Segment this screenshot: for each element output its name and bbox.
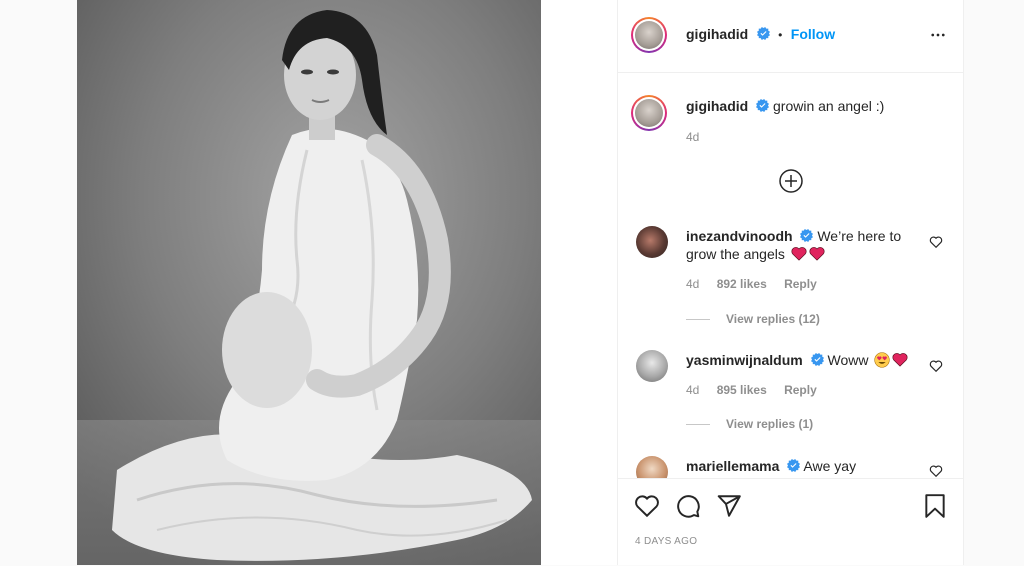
red-heart-emoji-icon	[892, 353, 908, 367]
verified-badge-icon	[800, 229, 814, 242]
comment-like-icon[interactable]	[929, 235, 943, 249]
follow-button[interactable]: Follow	[791, 26, 835, 42]
like-icon[interactable]	[634, 493, 660, 519]
red-heart-emoji-icon	[809, 247, 825, 261]
verified-badge-icon	[756, 27, 770, 40]
view-replies-label: View replies (12)	[726, 312, 820, 326]
verified-badge-icon	[787, 459, 801, 472]
more-options-icon[interactable]	[929, 26, 947, 44]
caption-age: 4d	[686, 130, 700, 144]
comment-meta: 4d 895 likes Reply	[686, 383, 831, 397]
comment-item: mariellemama Awe yay	[686, 457, 916, 475]
comment-item: inezandvinoodh We’re here to grow the an…	[686, 227, 916, 263]
commenter-avatar[interactable]	[636, 350, 668, 382]
comment-username[interactable]: yasminwijnaldum	[686, 352, 803, 368]
comment-username[interactable]: mariellemama	[686, 458, 779, 474]
comment-likes[interactable]: 892 likes	[717, 277, 767, 291]
share-icon[interactable]	[716, 493, 742, 519]
commenter-avatar[interactable]	[636, 226, 668, 258]
author-avatar[interactable]	[631, 17, 667, 53]
replies-divider	[686, 319, 710, 321]
commenter-avatar[interactable]	[636, 456, 668, 478]
heart-eyes-face-emoji-icon	[874, 352, 890, 368]
header-author-row: gigihadid • Follow	[686, 26, 835, 44]
save-icon[interactable]	[922, 493, 948, 519]
view-replies-button[interactable]: View replies (1)	[686, 417, 813, 431]
comment-item: yasminwijnaldum Woww	[686, 351, 916, 369]
load-more-comments-icon[interactable]	[778, 168, 804, 194]
comment-like-icon[interactable]	[929, 359, 943, 373]
post-photo[interactable]	[77, 0, 541, 565]
comment-text: Awe yay	[803, 458, 857, 474]
verified-badge-icon	[810, 353, 824, 366]
post-header: gigihadid • Follow	[618, 0, 963, 73]
comment-likes[interactable]: 895 likes	[717, 383, 767, 397]
red-heart-emoji-icon	[791, 247, 807, 261]
view-replies-label: View replies (1)	[726, 417, 814, 431]
reply-button[interactable]: Reply	[784, 277, 817, 291]
header-separator: •	[778, 28, 783, 42]
post-actions: 4 DAYS AGO	[618, 478, 963, 566]
post-side-panel: gigihadid • Follow gigihadid growin an a…	[617, 0, 964, 565]
caption-username[interactable]: gigihadid	[686, 98, 748, 114]
reply-button[interactable]: Reply	[784, 383, 817, 397]
comments-list[interactable]: inezandvinoodh We’re here to grow the an…	[618, 210, 963, 478]
comment-meta: 4d 892 likes Reply	[686, 277, 831, 291]
comment-text: Woww	[827, 352, 869, 368]
author-username[interactable]: gigihadid	[686, 26, 748, 42]
post-timestamp: 4 DAYS AGO	[635, 536, 698, 547]
comment-username[interactable]: inezandvinoodh	[686, 228, 793, 244]
comment-icon[interactable]	[675, 493, 701, 519]
comment-like-icon[interactable]	[929, 464, 943, 478]
comment-age: 4d	[686, 383, 700, 397]
caption-text: growin an angel :)	[773, 98, 885, 114]
comment-age: 4d	[686, 277, 700, 291]
verified-badge-icon	[756, 99, 770, 112]
portrait-illustration	[77, 0, 541, 565]
post-caption: gigihadid growin an angel :) 4d	[686, 97, 946, 146]
replies-divider	[686, 424, 710, 426]
view-replies-button[interactable]: View replies (12)	[686, 312, 820, 326]
caption-author-avatar[interactable]	[631, 95, 667, 131]
